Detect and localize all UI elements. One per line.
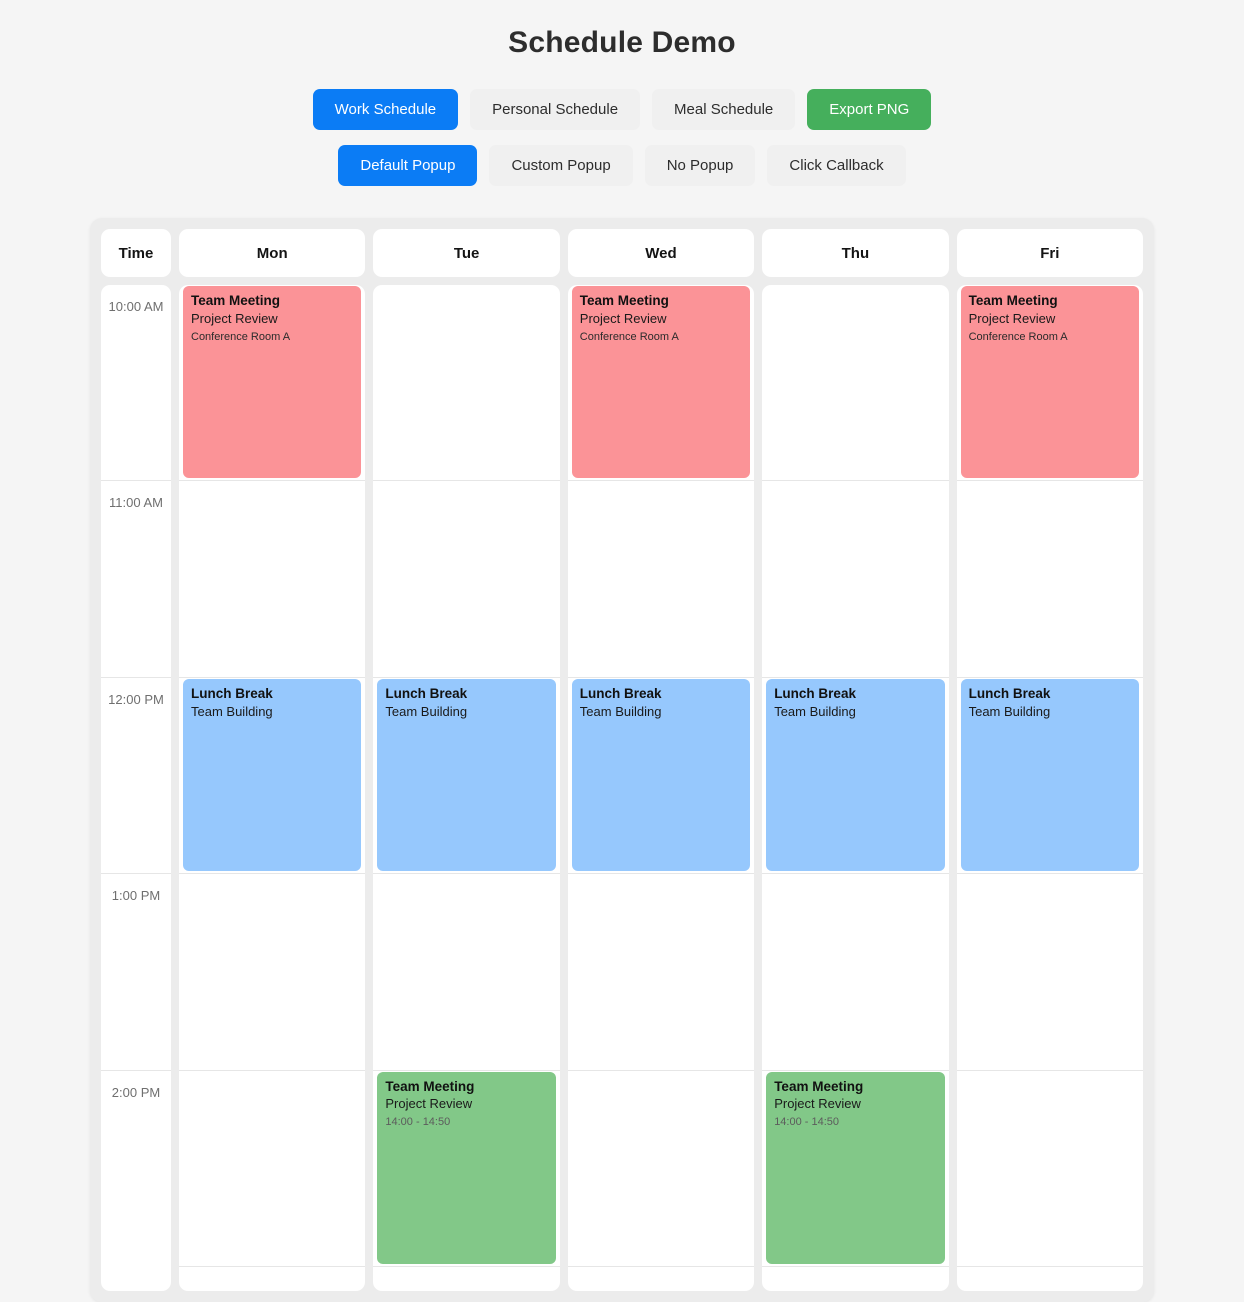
schedule-cell[interactable] — [179, 874, 366, 1071]
event-meta: Conference Room A — [579, 330, 679, 343]
event-subtitle: Project Review — [579, 310, 667, 326]
column-header-wed: Wed — [567, 229, 755, 277]
event-meta: Conference Room A — [191, 330, 291, 343]
column-header-fri: Fri — [956, 229, 1143, 277]
schedule-cell[interactable] — [567, 874, 755, 1071]
event-meta: 14:00 - 14:50 — [385, 1116, 451, 1129]
event-meta: 14:00 - 14:50 — [774, 1116, 840, 1129]
schedule-cell[interactable] — [762, 874, 949, 1071]
time-slot-label-cell: 1:00 PM — [101, 874, 171, 1071]
page-title: Schedule Demo — [508, 26, 736, 59]
schedule-cell[interactable] — [956, 1071, 1143, 1267]
schedule-cell[interactable] — [179, 481, 366, 678]
day-column-wed: Team Meeting Project Review Conference Roo… — [567, 285, 755, 1291]
time-label: 1:00 PM — [111, 888, 161, 904]
column-header-mon: Mon — [179, 229, 366, 277]
event-title: Team Meeting — [191, 293, 281, 308]
time-label: 11:00 AM — [109, 495, 163, 511]
event-title: Lunch Break — [385, 685, 468, 701]
time-slot-label-cell: 10:00 AM — [101, 285, 171, 482]
click-callback-button[interactable]: Click Callback — [767, 145, 906, 186]
event-meta: Conference Room A — [968, 330, 1068, 343]
event-subtitle: Team Building — [385, 703, 468, 719]
schedule-cell[interactable] — [373, 874, 560, 1071]
event-card[interactable]: Lunch Break Team Building — [960, 678, 1139, 872]
schedule-cell[interactable] — [956, 481, 1143, 678]
column-header-thu: Thu — [762, 229, 949, 277]
column-header-tue: Tue — [373, 229, 560, 277]
schedule-cell[interactable] — [956, 874, 1143, 1071]
event-subtitle: Project Review — [385, 1096, 473, 1112]
event-title: Lunch Break — [968, 685, 1051, 701]
event-title: Lunch Break — [774, 685, 856, 701]
time-column: 10:00 AM 11:00 AM 12:00 PM 1:00 PM 2:00 PM — [101, 285, 171, 1291]
event-subtitle: Team Building — [191, 703, 273, 719]
day-column-mon: Team Meeting Project Review Conference Roo… — [179, 285, 366, 1291]
default-popup-button[interactable]: Default Popup — [338, 145, 478, 186]
event-subtitle: Project Review — [774, 1096, 861, 1112]
event-title: Lunch Break — [579, 685, 662, 701]
schedule-cell[interactable] — [373, 285, 560, 482]
calendar-panel: Time Mon Tue Wed Thu Fri 10:00 AM 11:00 AM 12:00… — [90, 218, 1154, 1302]
event-title: Team Meeting — [385, 1078, 475, 1094]
event-title: Lunch Break — [191, 685, 273, 701]
day-column-tue: Lunch Break Team Building Team Meeting Proj… — [373, 285, 560, 1291]
calendar-grid: Time Mon Tue Wed Thu Fri 10:00 AM 11:00 AM 12:00… — [101, 229, 1143, 1291]
schedule-cell[interactable] — [373, 481, 560, 678]
popup-button-row: Default Popup Custom Popup No Popup Click C… — [0, 145, 1244, 186]
schedule-button-row: Work Schedule Personal Schedule Meal Sched… — [0, 89, 1244, 130]
event-title: Team Meeting — [968, 293, 1058, 308]
event-subtitle: Team Building — [968, 703, 1051, 719]
event-card[interactable]: Lunch Break Team Building — [183, 678, 362, 872]
event-card[interactable]: Team Meeting Project Review 14:00 - 14:50 — [377, 1071, 556, 1264]
work-schedule-button[interactable]: Work Schedule — [312, 89, 459, 130]
no-popup-button[interactable]: No Popup — [644, 145, 756, 186]
export-png-button[interactable]: Export PNG — [807, 89, 932, 130]
event-card[interactable]: Team Meeting Project Review 14:00 - 14:50 — [766, 1071, 945, 1264]
event-subtitle: Project Review — [968, 310, 1056, 326]
column-header-time: Time — [101, 229, 171, 277]
schedule-cell[interactable] — [762, 481, 949, 678]
time-slot-label-cell: 11:00 AM — [101, 481, 171, 678]
event-title: Team Meeting — [579, 293, 669, 308]
meal-schedule-button[interactable]: Meal Schedule — [652, 89, 796, 130]
time-label: 2:00 PM — [111, 1084, 161, 1100]
event-title: Team Meeting — [774, 1078, 864, 1094]
event-card[interactable]: Lunch Break Team Building — [377, 678, 556, 872]
time-slot-label-cell: 2:00 PM — [101, 1071, 171, 1267]
event-card[interactable]: Team Meeting Project Review Conference Roo… — [183, 286, 362, 479]
day-column-fri: Team Meeting Project Review Conference Roo… — [956, 285, 1143, 1291]
event-card[interactable]: Team Meeting Project Review Conference Roo… — [571, 286, 751, 479]
time-label: 10:00 AM — [108, 299, 164, 314]
event-subtitle: Team Building — [774, 703, 856, 719]
event-subtitle: Team Building — [579, 703, 662, 719]
event-card[interactable]: Lunch Break Team Building — [571, 678, 751, 872]
schedule-cell[interactable] — [567, 1071, 755, 1267]
custom-popup-button[interactable]: Custom Popup — [489, 145, 633, 186]
event-card[interactable]: Lunch Break Team Building — [766, 678, 945, 872]
day-column-thu: Lunch Break Team Building Team Meeting Proj… — [762, 285, 949, 1291]
schedule-cell[interactable] — [567, 481, 755, 678]
schedule-cell[interactable] — [179, 1071, 366, 1267]
time-label: 12:00 PM — [108, 691, 164, 707]
event-subtitle: Project Review — [191, 310, 278, 326]
schedule-cell[interactable] — [762, 285, 949, 482]
time-slot-label-cell: 12:00 PM — [101, 678, 171, 875]
personal-schedule-button[interactable]: Personal Schedule — [470, 89, 641, 130]
event-card[interactable]: Team Meeting Project Review Conference Roo… — [960, 286, 1139, 479]
